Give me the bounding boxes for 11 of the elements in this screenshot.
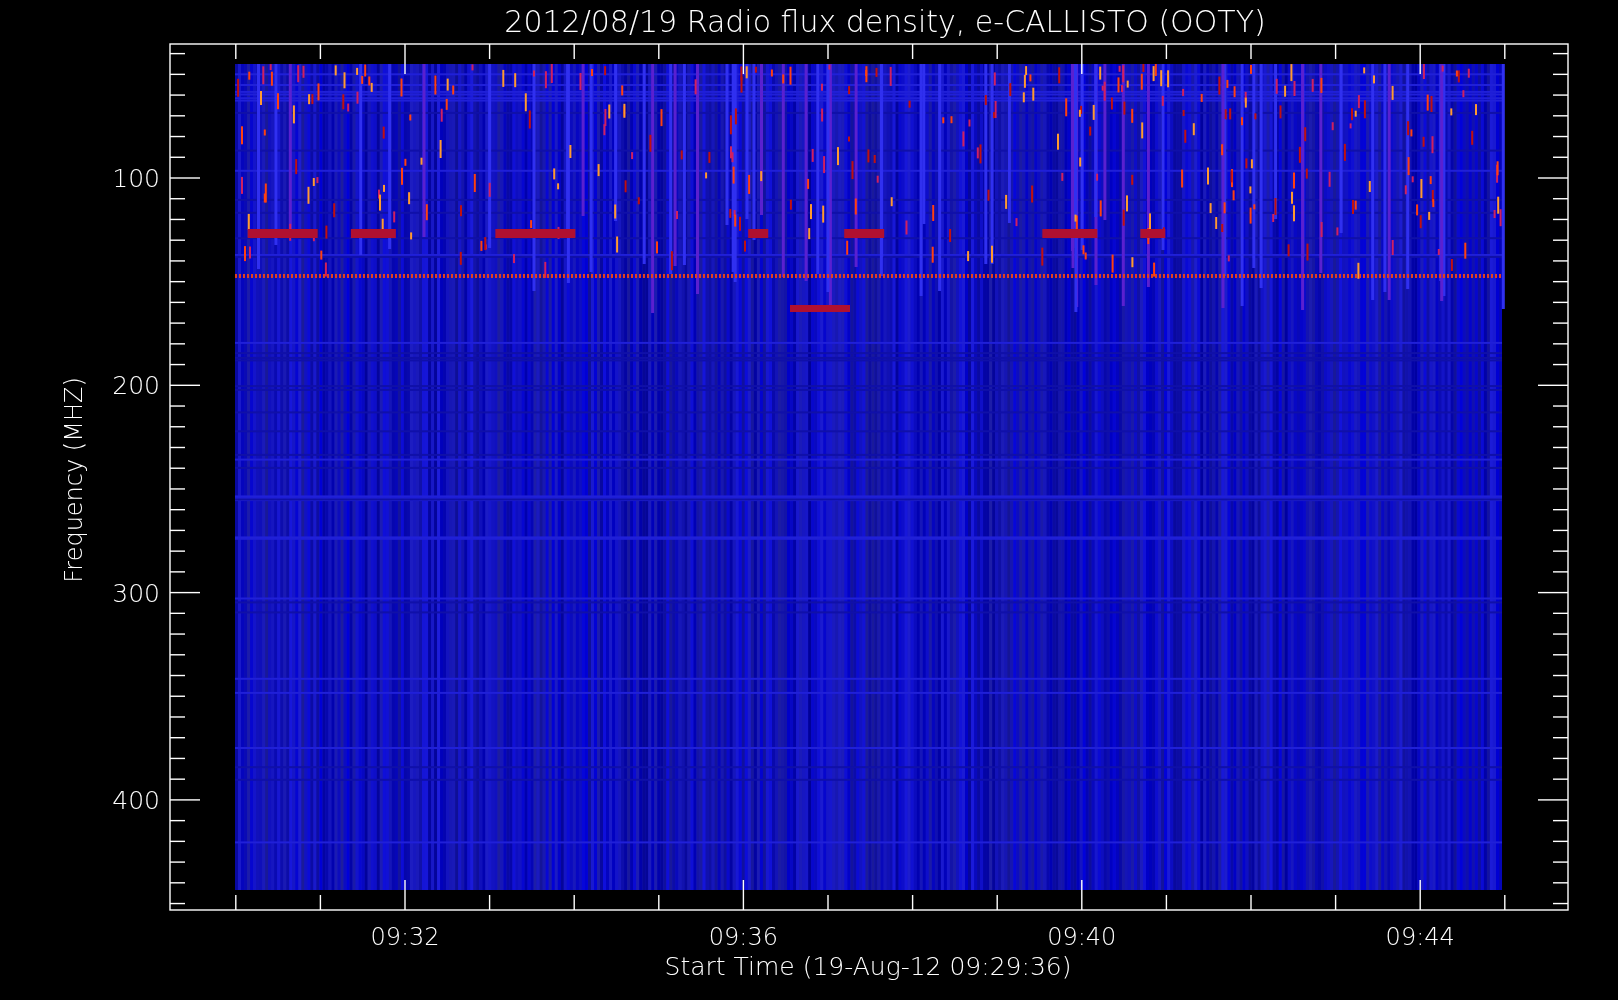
- y-tick-label: 100: [112, 164, 160, 193]
- x-tick-label: 09:40: [1047, 923, 1117, 951]
- x-axis-title: Start Time (19-Aug-12 09:29:36): [664, 952, 1072, 981]
- y-tick-label: 400: [112, 785, 160, 815]
- y-axis-title: Frequency (MHZ): [60, 377, 88, 583]
- x-tick-label: 09:36: [708, 923, 778, 951]
- chart-title: 2012/08/19 Radio flux density, e-CALLISTO (OOTY): [504, 4, 1266, 39]
- y-tick-label: 300: [112, 578, 160, 608]
- y-tick-label: 200: [112, 371, 160, 401]
- x-tick-label: 09:44: [1385, 923, 1455, 951]
- x-tick-label: 09:32: [370, 923, 440, 951]
